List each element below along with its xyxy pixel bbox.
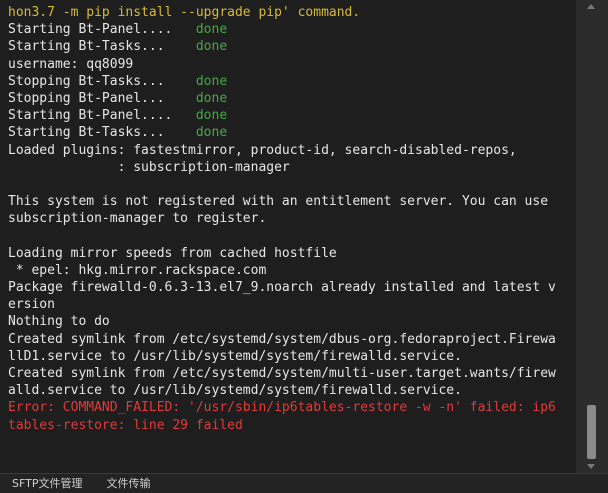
terminal-line: This system is not registered with an en…	[8, 193, 576, 210]
terminal-text-segment: Stopping Bt-Tasks...	[8, 73, 196, 89]
terminal-line: Loading mirror speeds from cached hostfi…	[8, 245, 576, 262]
terminal-line: llD1.service to /usr/lib/systemd/system/…	[8, 348, 576, 365]
terminal-line: username: qq8099	[8, 56, 576, 73]
terminal-line: tables-restore: line 29 failed	[8, 417, 576, 434]
terminal-text-segment: Starting Bt-Tasks...	[8, 39, 196, 55]
terminal-text-segment: Error: COMMAND_FAILED: '/usr/sbin/ip6tab…	[8, 400, 556, 416]
terminal-line: subscription-manager to register.	[8, 210, 576, 227]
terminal-text-segment: done	[195, 73, 228, 89]
terminal-window: hon3.7 -m pip install --upgrade pip' com…	[0, 0, 608, 493]
terminal-line: alld.service to /usr/lib/systemd/system/…	[8, 382, 576, 399]
terminal-line: Starting Bt-Panel.... done	[8, 21, 576, 38]
terminal-text-segment: subscription-manager to register.	[8, 211, 267, 227]
terminal-text-segment: done	[195, 22, 228, 38]
scroll-down-icon[interactable]	[587, 464, 595, 469]
terminal-line: Created symlink from /etc/systemd/system…	[8, 365, 576, 382]
scrollbar-thumb[interactable]	[587, 405, 596, 459]
terminal-line: Loaded plugins: fastestmirror, product-i…	[8, 142, 576, 159]
terminal-text-segment: done	[195, 125, 228, 141]
terminal-text-segment: done	[195, 90, 228, 106]
terminal-text-segment: * epel: hkg.mirror.rackspace.com	[8, 262, 267, 278]
terminal-text-segment: alld.service to /usr/lib/systemd/system/…	[8, 383, 462, 399]
terminal-text-segment: This system is not registered with an en…	[8, 194, 549, 210]
terminal-text-segment: ersion	[8, 297, 55, 313]
terminal-text-segment: Created symlink from /etc/systemd/system…	[8, 331, 556, 347]
tab-sftp-file-manager[interactable]: SFTP文件管理	[0, 474, 94, 493]
terminal-line: Starting Bt-Tasks... done	[8, 38, 576, 55]
terminal-line: Created symlink from /etc/systemd/system…	[8, 331, 576, 348]
terminal-text-segment: username: qq8099	[8, 56, 134, 72]
terminal-line: * epel: hkg.mirror.rackspace.com	[8, 262, 576, 279]
tab-file-transfer[interactable]: 文件传输	[94, 474, 162, 493]
terminal-text-segment: tables-restore: line 29 failed	[8, 417, 243, 433]
terminal-text-segment: llD1.service to /usr/lib/systemd/system/…	[8, 348, 462, 364]
terminal-line: Package firewalld-0.6.3-13.el7_9.noarch …	[8, 279, 576, 296]
vertical-scrollbar[interactable]	[576, 0, 608, 473]
scroll-up-icon[interactable]	[587, 4, 595, 9]
terminal-line: Stopping Bt-Panel... done	[8, 90, 576, 107]
terminal-text-segment: Starting Bt-Panel....	[8, 108, 196, 124]
terminal-output[interactable]: hon3.7 -m pip install --upgrade pip' com…	[0, 0, 576, 473]
terminal-text-segment: Package firewalld-0.6.3-13.el7_9.noarch …	[8, 280, 556, 295]
terminal-line: Stopping Bt-Tasks... done	[8, 73, 576, 90]
terminal-text-segment: Starting Bt-Tasks...	[8, 125, 196, 141]
terminal-line: Nothing to do	[8, 313, 576, 330]
terminal-text-segment: Nothing to do	[8, 314, 110, 330]
terminal-text-segment: done	[195, 39, 228, 55]
terminal-text-segment: Created symlink from /etc/systemd/system…	[8, 365, 556, 381]
terminal-text-segment: : subscription-manager	[8, 159, 290, 175]
terminal-text-segment: hon3.7 -m pip install --upgrade pip' com…	[8, 5, 361, 20]
terminal-text-segment: done	[195, 108, 228, 124]
terminal-line: Starting Bt-Panel.... done	[8, 107, 576, 124]
terminal-line: Starting Bt-Tasks... done	[8, 124, 576, 141]
terminal-line: ersion	[8, 296, 576, 313]
terminal-line: hon3.7 -m pip install --upgrade pip' com…	[8, 4, 576, 21]
terminal-text-segment: Starting Bt-Panel....	[8, 22, 196, 38]
terminal-line: Error: COMMAND_FAILED: '/usr/sbin/ip6tab…	[8, 399, 576, 416]
terminal-line: : subscription-manager	[8, 159, 576, 176]
bottom-tab-bar: SFTP文件管理 文件传输	[0, 473, 608, 493]
terminal-text-segment: Loaded plugins: fastestmirror, product-i…	[8, 142, 517, 158]
terminal-text-segment: Stopping Bt-Panel...	[8, 90, 196, 106]
terminal-text-segment: Loading mirror speeds from cached hostfi…	[8, 245, 337, 261]
